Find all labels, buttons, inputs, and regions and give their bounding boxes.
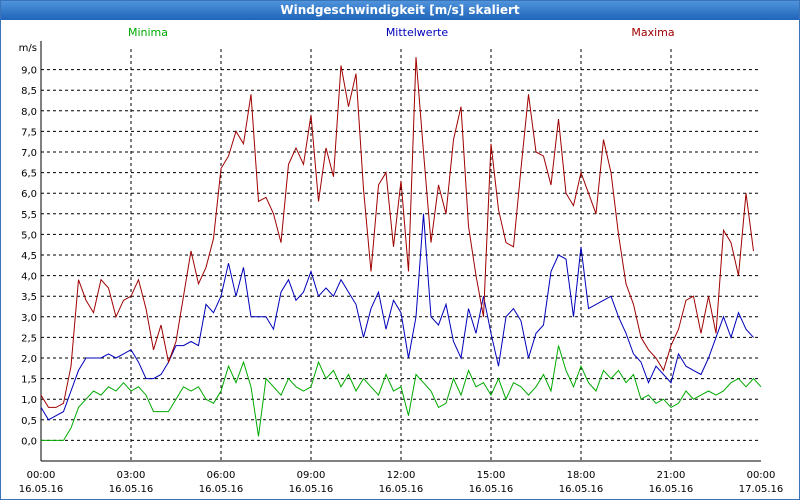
x-tick-date: 16.05.16: [649, 484, 694, 495]
y-tick-label: 7,0: [21, 148, 37, 159]
y-tick-label: 7,5: [21, 127, 37, 138]
x-tick-time: 06:00: [207, 470, 236, 481]
y-tick-label: 0,0: [21, 436, 37, 447]
legend-mittelwerte: Mittelwerte: [386, 26, 449, 39]
y-tick-label: 8,0: [21, 107, 37, 118]
chart-window: Windgeschwindigkeit [m/s] skaliert 0,0 0,…: [0, 0, 800, 500]
y-tick-label: 2,5: [21, 333, 37, 344]
y-tick-label: 9,0: [21, 66, 37, 77]
y-tick-label: 1,5: [21, 375, 37, 386]
x-tick-time: 09:00: [297, 470, 326, 481]
wind-speed-chart: 0,0 0,5 1,0 1,5 2,0 2,5 3,0 3,5 4,0 4,5 5,0 5,5 6,0 6…: [19, 26, 784, 495]
x-tick-date: 16.05.16: [289, 484, 334, 495]
x-tick-time: 21:00: [657, 470, 686, 481]
y-axis-unit: m/s: [19, 43, 37, 54]
legend-maxima: Maxima: [631, 26, 674, 39]
x-tick-time: 18:00: [567, 470, 596, 481]
x-tick-time: 12:00: [387, 470, 416, 481]
y-tick-label: 1,0: [21, 395, 37, 406]
y-tick-label: 2,0: [21, 354, 37, 365]
x-tick-date: 16.05.16: [199, 484, 244, 495]
y-tick-label: 6,0: [21, 189, 37, 200]
y-tick-label: 3,5: [21, 292, 37, 303]
y-tick-label: 0,5: [21, 416, 37, 427]
x-tick-date: 16.05.16: [109, 484, 154, 495]
y-tick-label: 6,5: [21, 169, 37, 180]
y-tick-label: 4,5: [21, 251, 37, 262]
x-tick-date: 16.05.16: [469, 484, 514, 495]
x-tick-time: 03:00: [117, 470, 146, 481]
x-tick-date: 16.05.16: [19, 484, 64, 495]
y-tick-label: 5,0: [21, 230, 37, 241]
y-tick-label: 8,5: [21, 86, 37, 97]
y-tick-label: 4,0: [21, 272, 37, 283]
y-tick-label: 5,5: [21, 210, 37, 221]
x-tick-time: 00:00: [747, 470, 776, 481]
series-line-maxima: [40, 57, 754, 408]
x-tick-date: 16.05.16: [559, 484, 604, 495]
grid-lines: [41, 49, 761, 461]
legend-minima: Minima: [128, 26, 168, 39]
y-tick-label: 3,0: [21, 313, 37, 324]
window-title: Windgeschwindigkeit [m/s] skaliert: [1, 1, 799, 20]
x-tick-time: 00:00: [27, 470, 56, 481]
x-tick-time: 15:00: [477, 470, 506, 481]
x-tick-date: 16.05.16: [379, 484, 424, 495]
x-tick-date: 17.05.16: [739, 484, 784, 495]
